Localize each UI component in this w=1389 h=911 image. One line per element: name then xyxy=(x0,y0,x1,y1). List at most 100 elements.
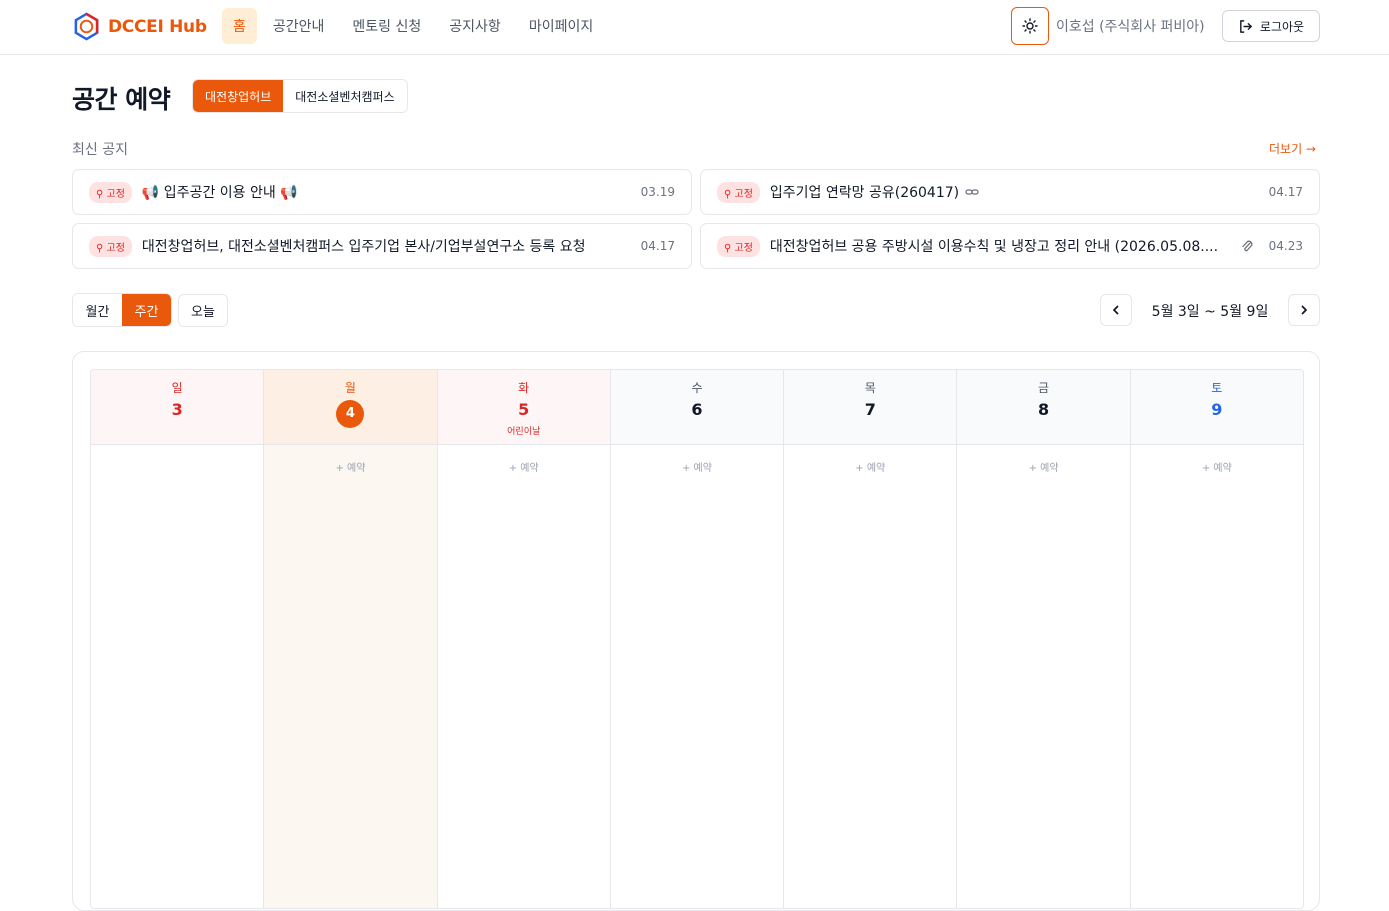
today-marker: 4 xyxy=(336,400,365,428)
add-reservation-button[interactable]: + 예약 xyxy=(957,445,1129,474)
nav-home[interactable]: 홈 xyxy=(222,8,257,44)
day-name: 월 xyxy=(344,381,356,395)
day-header: 일 3 xyxy=(91,370,264,445)
notice-date: 03.19 xyxy=(640,185,675,199)
nav-space-info[interactable]: 공간안내 xyxy=(259,8,339,44)
holiday-label: 어린이날 xyxy=(507,427,541,437)
pin-badge: ⚲ 고정 xyxy=(717,235,760,257)
day-number: 6 xyxy=(691,400,703,419)
week-grid: 일 3 월 4 + 예약 화 5 어린이날 + 예약 수 6 + 예약 목 7 … xyxy=(90,369,1304,909)
add-reservation-button[interactable]: + 예약 xyxy=(784,445,956,474)
notice-title: 대전창업허브 공용 주방시설 이용수칙 및 냉장고 정리 안내 (2026.05… xyxy=(769,239,1219,255)
theme-toggle-button[interactable] xyxy=(1011,7,1049,45)
pin-label: 고정 xyxy=(734,188,753,200)
top-header: DCCEI Hub 홈 공간안내 멘토링 신청 공지사항 마이페이지 이호섭 (… xyxy=(0,0,1389,55)
day-body: + 예약 xyxy=(611,445,783,908)
notice-title: 대전창업허브, 대전소셜벤처캠퍼스 입주기업 본사/기업부설연구소 등록 요청 xyxy=(141,239,586,255)
logo-mark-icon xyxy=(74,12,99,41)
notice-title: 입주기업 연락망 공유(260417) xyxy=(769,185,960,201)
pin-icon: ⚲ xyxy=(96,242,107,254)
day-column-mon: 월 4 + 예약 xyxy=(264,370,438,908)
page-title: 공간 예약 xyxy=(72,85,171,114)
pin-label: 고정 xyxy=(734,242,753,254)
pin-badge: ⚲ 고정 xyxy=(89,235,132,257)
day-header: 화 5 어린이날 xyxy=(437,370,610,445)
next-week-button[interactable] xyxy=(1288,294,1320,326)
day-number: 9 xyxy=(1211,400,1223,419)
logout-button[interactable]: 로그아웃 xyxy=(1222,10,1320,42)
notice-heading: 최신 공지 xyxy=(72,142,128,158)
calendar-card: 일 3 월 4 + 예약 화 5 어린이날 + 예약 수 6 + 예약 목 7 … xyxy=(72,351,1320,911)
notice-card[interactable]: ⚲ 고정 입주기업 연락망 공유(260417) 04.17 xyxy=(700,169,1320,215)
notice-title: 📢 입주공간 이용 안내 📢 xyxy=(141,185,298,201)
pin-badge: ⚲ 고정 xyxy=(89,181,132,203)
link-icon xyxy=(965,187,979,197)
week-range: 5월 3일 ~ 5월 9일 xyxy=(1151,304,1269,320)
sun-icon xyxy=(1022,18,1038,34)
logout-label: 로그아웃 xyxy=(1259,19,1305,34)
pin-icon: ⚲ xyxy=(96,188,107,200)
view-week-button[interactable]: 주간 xyxy=(122,294,171,326)
day-number: 8 xyxy=(1037,400,1050,419)
day-header: 금 8 xyxy=(957,370,1130,445)
add-reservation-button[interactable]: + 예약 xyxy=(438,445,610,474)
day-header: 수 6 xyxy=(610,370,784,445)
day-column-fri: 금 8 + 예약 xyxy=(957,370,1131,908)
day-number: 3 xyxy=(171,400,183,419)
day-column-wed: 수 6 + 예약 xyxy=(610,370,785,908)
prev-week-button[interactable] xyxy=(1100,294,1132,326)
day-name: 일 xyxy=(171,381,183,395)
day-body: + 예약 xyxy=(957,445,1129,908)
add-reservation-button[interactable]: + 예약 xyxy=(264,445,436,474)
day-name: 화 xyxy=(518,381,530,395)
day-body: + 예약 xyxy=(438,445,610,908)
pin-badge: ⚲ 고정 xyxy=(717,181,760,203)
nav-mentoring[interactable]: 멘토링 신청 xyxy=(338,8,435,44)
notice-card[interactable]: ⚲ 고정 📢 입주공간 이용 안내 📢 03.19 xyxy=(72,169,692,215)
day-column-tue: 화 5 어린이날 + 예약 xyxy=(437,370,611,908)
chevron-right-icon xyxy=(1301,305,1307,315)
tab-daejeon-hub[interactable]: 대전창업허브 xyxy=(193,80,284,112)
day-column-sun: 일 3 xyxy=(91,370,265,908)
pin-icon: ⚲ xyxy=(724,242,735,254)
day-body xyxy=(91,445,263,908)
paperclip-icon xyxy=(1241,239,1253,253)
tab-social-venture-campus[interactable]: 대전소셜벤처캠퍼스 xyxy=(283,80,407,112)
view-month-button[interactable]: 월간 xyxy=(73,294,122,326)
pin-label: 고정 xyxy=(106,242,125,254)
day-column-thu: 목 7 + 예약 xyxy=(784,370,958,908)
day-name: 목 xyxy=(864,381,876,395)
day-body: + 예약 xyxy=(1131,445,1303,908)
notice-card[interactable]: ⚲ 고정 대전창업허브 공용 주방시설 이용수칙 및 냉장고 정리 안내 (20… xyxy=(700,223,1320,269)
nav-notices[interactable]: 공지사항 xyxy=(435,8,515,44)
day-header: 월 4 xyxy=(264,370,437,445)
logout-icon xyxy=(1240,19,1252,33)
day-body: + 예약 xyxy=(784,445,956,908)
day-header: 토 9 xyxy=(1130,370,1303,445)
add-reservation-button[interactable]: + 예약 xyxy=(1131,445,1303,474)
day-number: 5 xyxy=(518,400,530,419)
main-nav: 홈 공간안내 멘토링 신청 공지사항 마이페이지 xyxy=(222,8,607,44)
logo[interactable]: DCCEI Hub xyxy=(72,12,207,41)
user-name[interactable]: 이호섭 (주식회사 퍼비아) xyxy=(1056,16,1205,36)
day-number: 7 xyxy=(864,400,876,419)
pin-icon: ⚲ xyxy=(724,188,735,200)
add-reservation-button[interactable]: + 예약 xyxy=(611,445,783,474)
day-column-sat: 토 9 + 예약 xyxy=(1130,370,1303,908)
logo-text: DCCEI Hub xyxy=(108,16,207,37)
notice-date: 04.23 xyxy=(1268,239,1303,253)
day-name: 금 xyxy=(1038,381,1050,395)
pin-label: 고정 xyxy=(106,188,125,200)
notice-date: 04.17 xyxy=(640,239,675,253)
day-body: + 예약 xyxy=(264,445,437,908)
more-link[interactable]: 더보기 → xyxy=(1269,140,1316,157)
space-tabs: 대전창업허브 대전소셜벤처캠퍼스 xyxy=(192,79,408,113)
today-button[interactable]: 오늘 xyxy=(178,294,228,327)
notice-card[interactable]: ⚲ 고정 대전창업허브, 대전소셜벤처캠퍼스 입주기업 본사/기업부설연구소 등… xyxy=(72,223,692,269)
day-name: 토 xyxy=(1211,381,1223,395)
chevron-left-icon xyxy=(1113,305,1119,315)
nav-mypage[interactable]: 마이페이지 xyxy=(515,8,607,44)
notice-date: 04.17 xyxy=(1268,185,1303,199)
day-name: 수 xyxy=(691,381,703,395)
day-header: 목 7 xyxy=(784,370,957,445)
